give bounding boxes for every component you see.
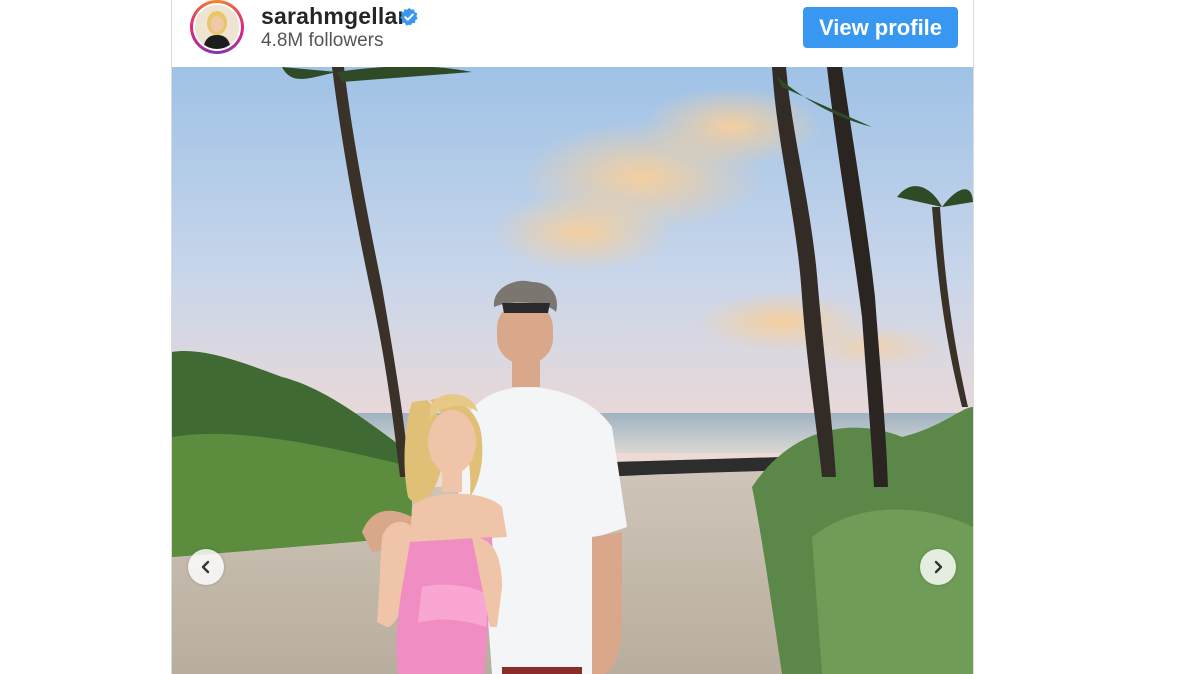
avatar[interactable] xyxy=(190,0,244,54)
follower-count: 4.8M followers xyxy=(261,30,384,51)
chevron-right-icon xyxy=(934,560,943,574)
post-photo[interactable] xyxy=(172,67,973,674)
carousel-prev-button[interactable] xyxy=(188,549,224,585)
username[interactable]: sarahmgellar xyxy=(261,3,407,30)
view-profile-button[interactable]: View profile xyxy=(803,7,958,48)
verified-badge-icon xyxy=(400,7,418,26)
instagram-embed: sarahmgellar 4.8M followers View profile xyxy=(171,0,974,674)
profile-avatar-image xyxy=(195,5,239,49)
post-header: sarahmgellar 4.8M followers View profile xyxy=(172,0,973,67)
chevron-left-icon xyxy=(201,560,210,574)
carousel-next-button[interactable] xyxy=(920,549,956,585)
